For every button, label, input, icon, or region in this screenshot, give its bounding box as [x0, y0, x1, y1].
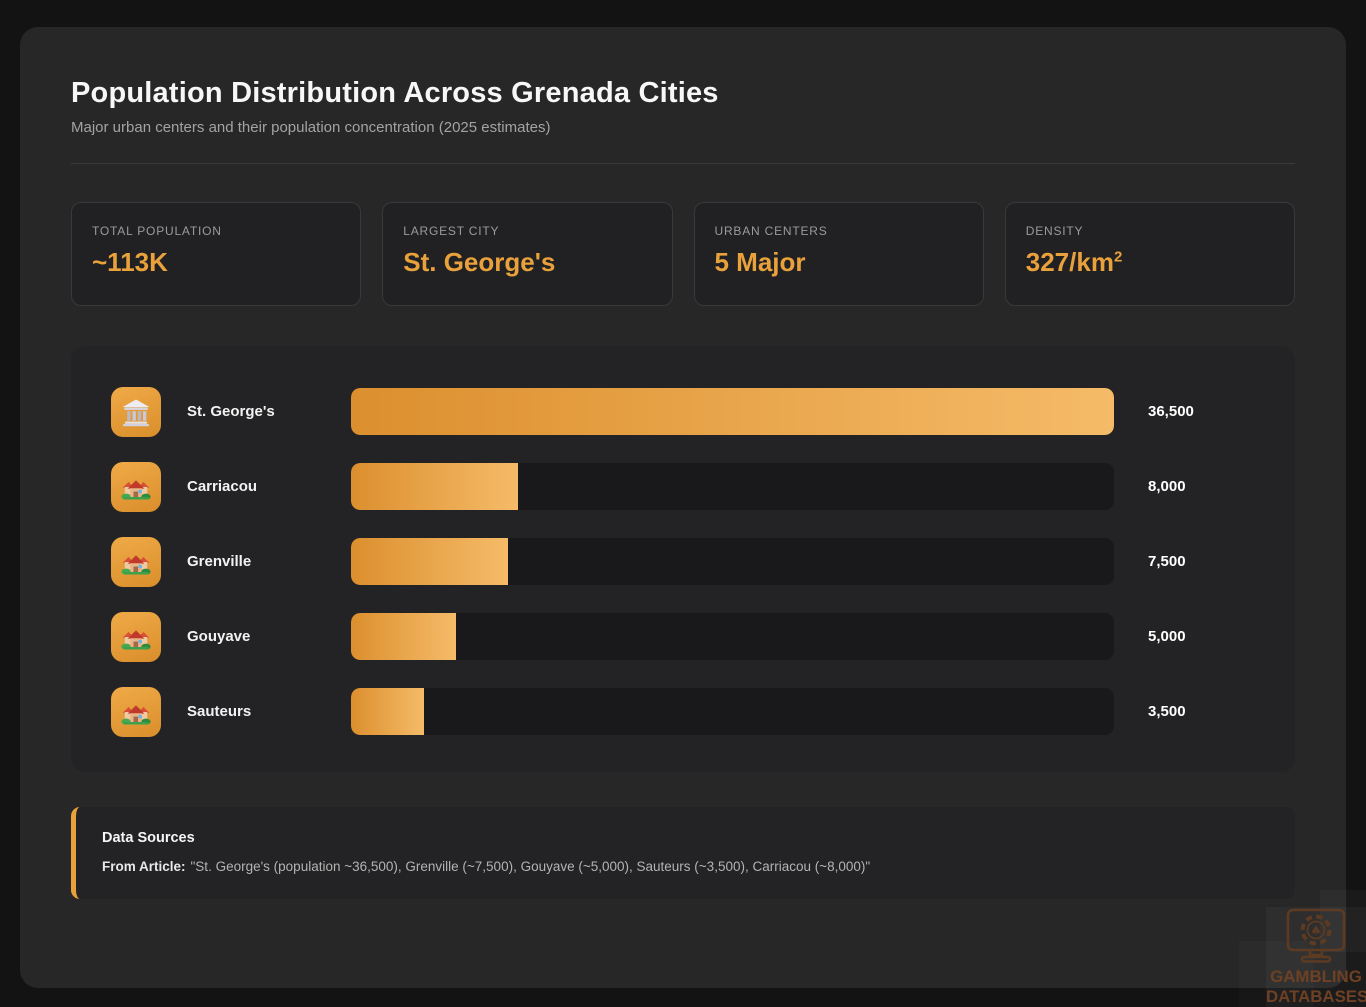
stat-label: TOTAL POPULATION	[92, 224, 340, 238]
bar-value: 8,000	[1148, 478, 1255, 495]
header-divider	[71, 163, 1295, 164]
page-title: Population Distribution Across Grenada C…	[71, 77, 1295, 110]
bar-sauteurs	[351, 688, 424, 735]
chart-row-st-georges: St. George's 36,500	[111, 388, 1255, 435]
stat-value: 327/km2	[1026, 247, 1274, 278]
bar-value: 7,500	[1148, 553, 1255, 570]
stat-card-largest-city: LARGEST CITY St. George's	[382, 202, 672, 306]
bar-track	[351, 388, 1114, 435]
bar-grenville	[351, 538, 508, 585]
classical-building-icon	[111, 387, 161, 437]
stat-card-urban-centers: URBAN CENTERS 5 Major	[694, 202, 984, 306]
stat-value: St. George's	[403, 247, 651, 278]
monitor-poker-chip-icon: ♠	[1275, 908, 1357, 966]
bar-value: 5,000	[1148, 628, 1255, 645]
stat-value: ~113K	[92, 247, 340, 278]
chart-row-grenville: Grenville 7,500	[111, 538, 1255, 585]
page-subtitle: Major urban centers and their population…	[71, 119, 1295, 136]
bar-label: Sauteurs	[187, 703, 351, 720]
bar-carriacou	[351, 463, 518, 510]
houses-icon	[111, 537, 161, 587]
bar-st-georges	[351, 388, 1114, 435]
stat-label: URBAN CENTERS	[715, 224, 963, 238]
stat-card-total-population: TOTAL POPULATION ~113K	[71, 202, 361, 306]
stat-value: 5 Major	[715, 247, 963, 278]
bar-label: Grenville	[187, 553, 351, 570]
svg-text:♠: ♠	[1310, 924, 1322, 939]
chart-row-sauteurs: Sauteurs 3,500	[111, 688, 1255, 735]
data-sources-heading: Data Sources	[102, 830, 1267, 846]
stat-card-density: DENSITY 327/km2	[1005, 202, 1295, 306]
chart-row-gouyave: Gouyave 5,000	[111, 613, 1255, 660]
bar-gouyave	[351, 613, 456, 660]
stat-label: LARGEST CITY	[403, 224, 651, 238]
bar-track	[351, 538, 1114, 585]
data-sources-panel: Data Sources From Article: "St. George's …	[71, 807, 1295, 899]
bar-label: St. George's	[187, 403, 351, 420]
bar-track	[351, 463, 1114, 510]
bar-label: Carriacou	[187, 478, 351, 495]
houses-icon	[111, 687, 161, 737]
main-card: Population Distribution Across Grenada C…	[20, 27, 1346, 988]
bar-track	[351, 688, 1114, 735]
population-bar-chart: St. George's 36,500	[71, 346, 1295, 772]
gambling-databases-watermark: ♠ GAMBLING DATABASES	[1267, 908, 1365, 1006]
houses-icon	[111, 462, 161, 512]
bar-track	[351, 613, 1114, 660]
data-sources-line: From Article: "St. George's (population ~…	[102, 859, 1267, 874]
sources-quote: "St. George's (population ~36,500), Gren…	[191, 859, 871, 874]
from-article-label: From Article:	[102, 859, 186, 874]
watermark-text-line1: GAMBLING	[1266, 968, 1366, 986]
bar-value: 36,500	[1148, 403, 1255, 420]
watermark-text-line2: DATABASES	[1266, 988, 1366, 1006]
stats-row: TOTAL POPULATION ~113K LARGEST CITY St. …	[71, 202, 1295, 306]
chart-row-carriacou: Carriacou 8,000	[111, 463, 1255, 510]
stat-label: DENSITY	[1026, 224, 1274, 238]
bar-label: Gouyave	[187, 628, 351, 645]
houses-icon	[111, 612, 161, 662]
bar-value: 3,500	[1148, 703, 1255, 720]
